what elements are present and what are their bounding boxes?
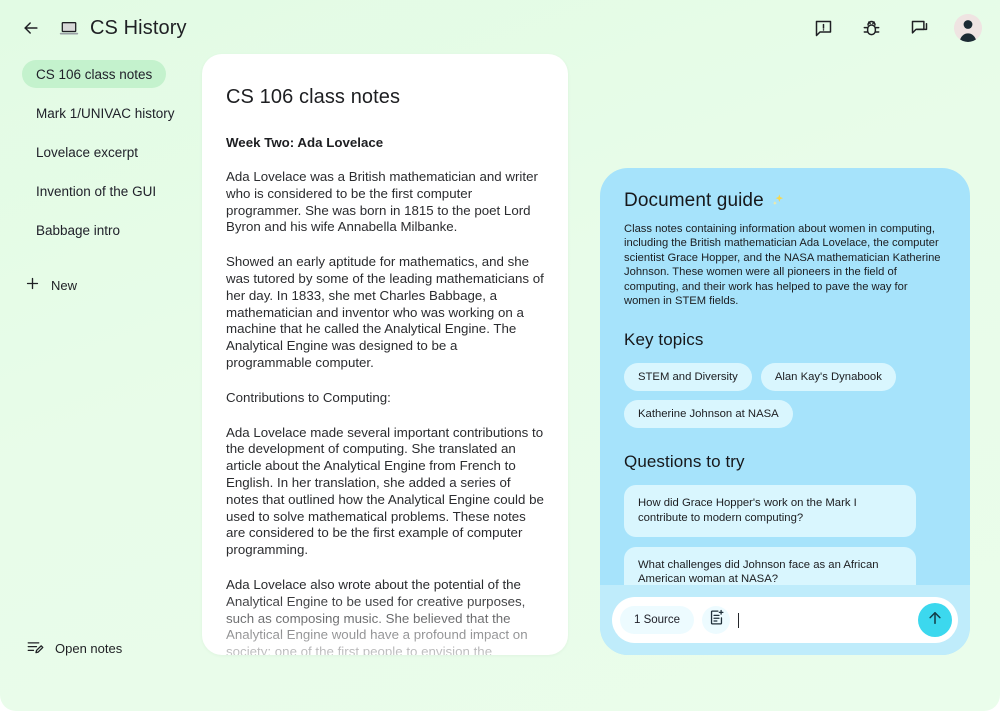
chat-icon[interactable] <box>906 15 932 41</box>
sidebar-row: Invention of the GUI <box>0 177 200 216</box>
questions-heading: Questions to try <box>624 452 745 472</box>
page-title: CS History <box>90 16 187 39</box>
guide-description: Class notes containing information about… <box>624 223 941 308</box>
key-topic-chip[interactable]: STEM and Diversity <box>624 363 752 392</box>
arrow-up-icon <box>926 609 944 632</box>
laptop-icon <box>58 17 80 39</box>
feedback-icon[interactable] <box>810 15 836 41</box>
add-note-button[interactable] <box>702 606 731 634</box>
sidebar: CS 106 class notes Mark 1/UNIVAC history… <box>0 56 200 711</box>
source-chip[interactable]: 1 Source <box>620 606 695 634</box>
guide-title: Document guide <box>624 190 764 211</box>
sidebar-item-label: CS 106 class notes <box>36 66 153 82</box>
sidebar-item-cs-106-class-notes[interactable]: CS 106 class notes <box>22 60 167 88</box>
text-caret <box>738 612 740 628</box>
sidebar-item-mark-1-univac-history[interactable]: Mark 1/UNIVAC history <box>22 99 189 127</box>
key-topics-list: STEM and Diversity Alan Kay's Dynabook K… <box>624 363 946 429</box>
arrow-left-icon <box>21 18 41 38</box>
composer-bar: 1 Source <box>600 585 970 655</box>
top-bar: CS History <box>0 0 1000 56</box>
sidebar-item-invention-of-the-gui[interactable]: Invention of the GUI <box>22 177 170 205</box>
document-guide-panel: Document guide Class notes containing in… <box>600 168 970 655</box>
guide-body: Document guide Class notes containing in… <box>600 168 970 598</box>
sidebar-item-lovelace-excerpt[interactable]: Lovelace excerpt <box>22 138 152 166</box>
composer: 1 Source <box>612 597 958 643</box>
app-window: CS History CS 106 class notes Mark 1/UNI… <box>0 0 1000 711</box>
document-paragraph: Showed an early aptitude for mathematics… <box>226 254 544 370</box>
guide-title-row: Document guide <box>624 190 946 212</box>
document-paragraph: Ada Lovelace was a British mathematician… <box>226 169 538 235</box>
sidebar-row: Lovelace excerpt <box>0 138 200 177</box>
new-note-button[interactable]: New <box>24 275 77 295</box>
document-title: CS 106 class notes <box>226 86 401 108</box>
key-topic-chip[interactable]: Katherine Johnson at NASA <box>624 400 793 429</box>
edit-note-icon <box>26 638 44 659</box>
document-content: CS 106 class notes Week Two: Ada Lovelac… <box>202 54 568 655</box>
brand: CS History <box>58 17 187 40</box>
open-notes-label: Open notes <box>55 641 123 656</box>
bug-icon[interactable] <box>858 15 884 41</box>
document-subtitle: Week Two: Ada Lovelace <box>226 135 384 150</box>
sidebar-item-label: Invention of the GUI <box>36 183 157 199</box>
avatar[interactable] <box>954 14 982 42</box>
key-topics-heading: Key topics <box>624 330 704 350</box>
back-button[interactable] <box>14 11 48 45</box>
sidebar-row: Mark 1/UNIVAC history <box>0 99 200 138</box>
top-actions <box>810 14 982 42</box>
sidebar-row: CS 106 class notes <box>0 60 200 99</box>
questions-list: How did Grace Hopper's work on the Mark … <box>624 485 946 598</box>
document-paragraph: Contributions to Computing: <box>226 389 391 405</box>
suggested-question[interactable]: How did Grace Hopper's work on the Mark … <box>624 485 916 537</box>
sidebar-row: Babbage intro <box>0 216 200 255</box>
sidebar-item-label: Mark 1/UNIVAC history <box>36 105 175 121</box>
send-button[interactable] <box>918 603 952 637</box>
new-note-label: New <box>51 277 78 293</box>
sidebar-item-label: Babbage intro <box>36 222 121 238</box>
plus-icon <box>24 275 41 295</box>
document-card: CS 106 class notes Week Two: Ada Lovelac… <box>202 54 568 655</box>
sidebar-item-label: Lovelace excerpt <box>36 144 139 160</box>
add-note-icon <box>708 609 725 631</box>
document-paragraph: Ada Lovelace made several important cont… <box>226 424 544 558</box>
composer-input[interactable] <box>738 597 910 643</box>
sparkle-icon <box>770 192 786 211</box>
open-notes-button[interactable]: Open notes <box>26 638 122 659</box>
sidebar-item-babbage-intro[interactable]: Babbage intro <box>22 216 134 244</box>
document-paragraph: Ada Lovelace also wrote about the potent… <box>226 576 528 655</box>
key-topic-chip[interactable]: Alan Kay's Dynabook <box>760 363 896 392</box>
